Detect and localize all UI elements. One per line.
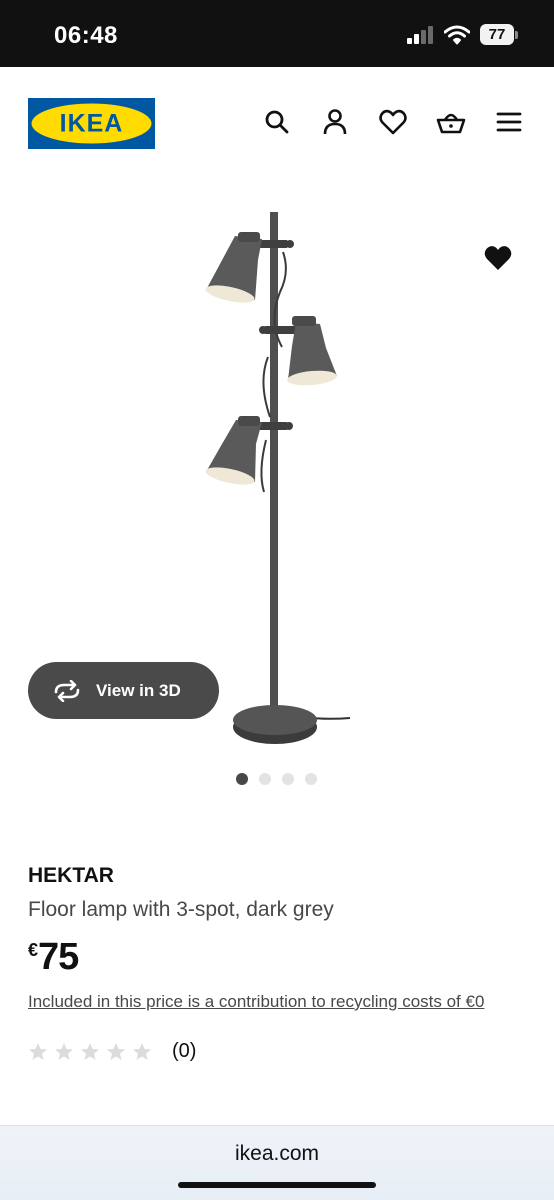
battery-indicator: 77 [480,24,518,45]
wifi-icon [444,25,470,44]
site-header: IKEA [0,67,554,182]
signal-icon [407,25,433,44]
menu-icon [496,112,522,132]
battery-level: 77 [480,24,514,45]
favourites-button[interactable] [378,107,408,137]
battery-tip [515,30,518,39]
status-icons: 77 [406,24,518,45]
status-time: 06:48 [54,22,118,49]
logo-text: IKEA [60,110,124,138]
gallery-dot[interactable] [282,773,294,785]
lamp-shade-bottom [205,416,262,485]
url-text[interactable]: ikea.com [0,1142,554,1166]
gallery-dot[interactable] [259,773,271,785]
rating-count: (0) [172,1040,197,1062]
price-currency: € [28,940,39,960]
favourite-heart-icon[interactable] [484,244,512,272]
gallery-dot[interactable] [236,773,248,785]
product-name: HEKTAR [28,864,114,887]
search-button[interactable] [262,107,292,137]
browser-address-bar[interactable]: ikea.com [0,1125,554,1200]
ikea-logo[interactable]: IKEA [28,98,155,149]
star-icon [55,1042,73,1060]
price-value: 75 [38,936,79,978]
header-nav-icons [262,107,524,137]
heart-icon [379,109,407,135]
rotate-3d-icon [54,679,80,702]
view-in-3d-button[interactable]: View in 3D [28,662,219,719]
star-icon [107,1042,125,1060]
product-rating[interactable]: (0) [28,1040,196,1063]
recycling-cost-link[interactable]: Included in this price is a contribution… [28,992,484,1012]
lamp-shade-top [205,232,262,303]
product-description: Floor lamp with 3-spot, dark grey [28,898,334,921]
account-button[interactable] [320,107,350,137]
view-in-3d-label: View in 3D [96,680,181,700]
star-icon [133,1042,151,1060]
menu-button[interactable] [494,107,524,137]
star-icon [29,1042,47,1060]
gallery-dot[interactable] [305,773,317,785]
basket-button[interactable] [436,107,466,137]
account-icon [323,109,347,135]
status-bar: 06:48 77 [0,0,554,67]
basket-icon [436,113,466,134]
gallery-pagination [236,773,317,785]
home-indicator[interactable] [178,1182,376,1188]
star-icon [81,1042,99,1060]
product-price: € 75 [28,936,79,979]
search-icon [265,110,289,134]
